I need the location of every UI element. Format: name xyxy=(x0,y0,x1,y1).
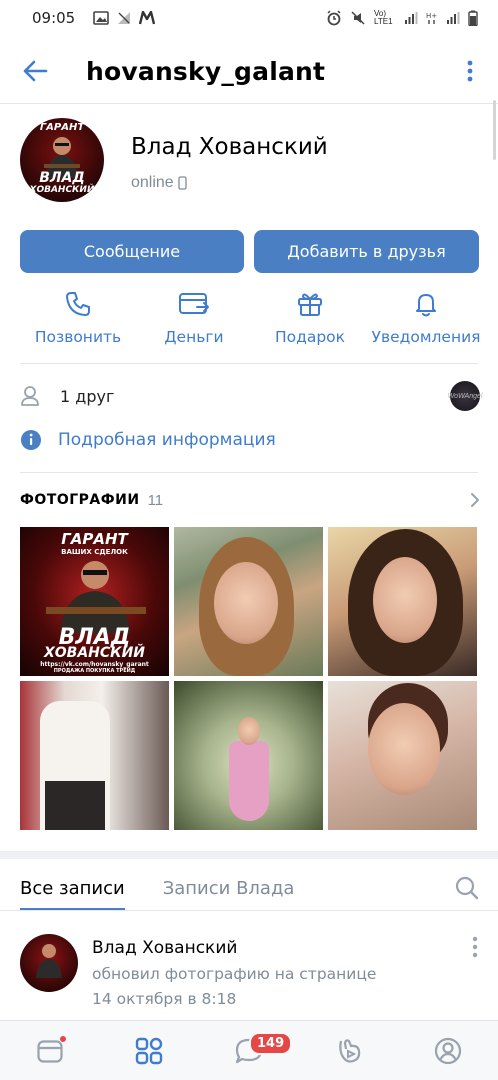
friends-count: 1 друг xyxy=(60,386,115,406)
phone-icon xyxy=(66,292,90,316)
scrollbar[interactable] xyxy=(493,100,496,160)
detailed-info-row[interactable]: Подробная информация xyxy=(20,424,480,456)
photo-text-name2: ХОВАНСКИЙ xyxy=(43,645,146,661)
bottom-navigation: 149 xyxy=(0,1020,498,1080)
gift-label: Подарок xyxy=(274,328,346,346)
call-label: Позвонить xyxy=(34,328,122,346)
profile-avatar[interactable]: ГАРАНТ ВЛАД ХОВАНСКИЙ xyxy=(20,118,104,202)
nav-messages[interactable]: 149 xyxy=(221,1023,293,1079)
gallery-notification-icon xyxy=(93,11,110,25)
alarm-icon xyxy=(326,10,342,26)
tab-user-posts[interactable]: Записи Влада xyxy=(163,866,295,910)
avatar-text-top: ГАРАНТ xyxy=(39,122,85,133)
post-author-name[interactable]: Влад Хованский xyxy=(92,938,237,958)
money-transfer-icon xyxy=(179,293,209,314)
divider xyxy=(20,472,478,473)
mobile-icon xyxy=(178,176,187,190)
photo-thumbnail[interactable] xyxy=(174,527,323,676)
bell-icon xyxy=(416,294,436,317)
call-action[interactable]: Позвонить xyxy=(20,288,136,358)
battery-icon xyxy=(468,10,478,26)
signal-2-icon xyxy=(446,11,460,25)
mute-icon xyxy=(350,10,366,26)
photo-figure xyxy=(46,561,146,633)
services-grid-icon xyxy=(136,1037,163,1064)
photo-thumbnail[interactable] xyxy=(174,681,323,830)
network-type-label: Vo) LTE1 xyxy=(374,9,393,26)
profile-icon xyxy=(435,1037,462,1064)
back-button[interactable] xyxy=(0,40,70,102)
avatar-text-mid: ВЛАД xyxy=(39,170,85,186)
signal-icon xyxy=(404,11,418,25)
news-badge-dot xyxy=(58,1034,67,1043)
status-time: 09:05 xyxy=(32,9,76,27)
photos-title: ФОТОГРАФИИ xyxy=(20,492,140,508)
photos-count: 11 xyxy=(147,491,164,509)
notifications-action[interactable]: Уведомления xyxy=(368,288,484,358)
profile-actions: Позвонить Деньги Подарок Уведомления xyxy=(20,288,484,358)
page-title: hovansky_galant xyxy=(86,56,326,86)
photos-header[interactable]: ФОТОГРАФИИ 11 xyxy=(20,488,480,512)
tab-all-posts[interactable]: Все записи xyxy=(20,866,125,910)
notifications-label: Уведомления xyxy=(371,328,481,346)
avatar-text-bottom: ХОВАНСКИЙ xyxy=(29,185,95,195)
profile-name: Влад Хованский xyxy=(131,134,328,160)
wall-tabs: Все записи Записи Влада xyxy=(20,866,480,910)
money-action[interactable]: Деньги xyxy=(136,288,252,358)
status-bar: 09:05 Vo) LTE1 H+ xyxy=(0,0,498,36)
nav-profile[interactable] xyxy=(420,1023,476,1079)
online-status: online xyxy=(131,174,187,192)
post-action-text: обновил фотографию на странице xyxy=(92,965,377,983)
nav-services[interactable] xyxy=(121,1023,177,1079)
add-friend-button[interactable]: Добавить в друзья xyxy=(254,230,479,273)
info-icon xyxy=(21,430,41,450)
header-divider xyxy=(0,103,498,104)
top-app-bar: hovansky_galant xyxy=(0,40,498,102)
arrow-left-icon xyxy=(23,60,48,82)
divider xyxy=(20,363,478,364)
photo-thumbnail[interactable]: ГАРАНТ ВАШИХ СДЕЛОК ВЛАД ХОВАНСКИЙ https… xyxy=(20,527,169,676)
no-signal-icon xyxy=(117,11,131,25)
more-options-button[interactable] xyxy=(442,40,498,102)
money-label: Деньги xyxy=(164,328,224,346)
photo-text-caption: ПРОДАЖА ПОКУПКА ТРЕЙД xyxy=(53,668,136,674)
friends-row[interactable]: 1 друг WoWAngel xyxy=(20,378,483,414)
photo-text-url: https://vk.com/hovansky_garant xyxy=(40,661,149,668)
search-icon[interactable] xyxy=(454,875,480,901)
online-status-text: online xyxy=(131,174,174,191)
user-icon xyxy=(21,386,39,406)
photo-thumbnail[interactable] xyxy=(20,681,169,830)
clips-icon xyxy=(338,1038,360,1063)
post-avatar-figure xyxy=(36,944,62,978)
nav-news[interactable] xyxy=(22,1023,78,1079)
chevron-right-icon xyxy=(471,493,479,507)
svg-text:H+: H+ xyxy=(426,12,437,20)
photo-thumbnail[interactable] xyxy=(328,527,477,676)
gift-action[interactable]: Подарок xyxy=(252,288,368,358)
photo-text-top: ГАРАНТ xyxy=(61,530,128,548)
messages-badge: 149 xyxy=(248,1031,293,1055)
gift-icon xyxy=(298,293,322,316)
wall-post[interactable]: Влад Хованский обновил фотографию на стр… xyxy=(20,930,480,1010)
data-arrows-icon: H+ xyxy=(426,11,438,25)
friend-avatar[interactable]: WoWAngel xyxy=(447,381,483,411)
message-button[interactable]: Сообщение xyxy=(20,230,244,273)
m-app-icon xyxy=(139,11,156,25)
profile-header: ГАРАНТ ВЛАД ХОВАНСКИЙ Влад Хованский onl… xyxy=(20,118,480,218)
post-date: 14 октября в 8:18 xyxy=(92,990,237,1008)
more-vertical-icon[interactable] xyxy=(472,936,478,958)
friend-avatar-text: WoWAngel xyxy=(447,392,483,400)
more-vertical-icon xyxy=(467,60,473,82)
photo-thumbnail[interactable] xyxy=(328,681,477,830)
nav-clips[interactable] xyxy=(321,1023,377,1079)
detailed-info-label: Подробная информация xyxy=(58,430,276,450)
section-separator xyxy=(0,851,498,859)
tabs-divider xyxy=(0,910,498,911)
post-author-avatar[interactable] xyxy=(20,934,78,992)
